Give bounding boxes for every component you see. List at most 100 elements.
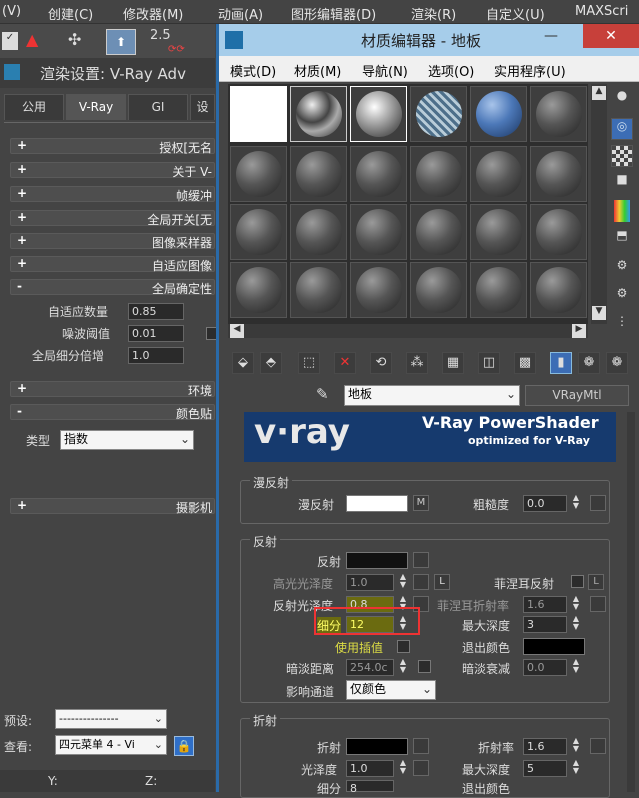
material-id-icon[interactable]: ◫ <box>478 352 500 374</box>
menu-item[interactable]: (V) <box>2 4 21 19</box>
lock-icon[interactable]: 🔒 <box>174 736 194 756</box>
sample-type-icon[interactable]: ● <box>611 88 633 110</box>
get-material-icon[interactable]: ⬙ <box>232 352 254 374</box>
fresnel-ior-spinner[interactable]: ▲ ▼ <box>571 595 581 613</box>
make-copy-icon[interactable]: ⟲ <box>370 352 392 374</box>
fresnel-ior-field[interactable]: 1.6 <box>523 596 567 613</box>
sample-slot[interactable] <box>290 262 347 318</box>
sample-slot[interactable] <box>410 262 467 318</box>
sample-slot[interactable] <box>350 146 407 202</box>
go-to-parent-icon[interactable]: ❁ <box>578 352 600 374</box>
menu-item-modifiers[interactable]: 修改器(M) <box>123 4 183 23</box>
sample-slot[interactable] <box>290 204 347 260</box>
scroll-down-icon[interactable]: ▼ <box>592 306 606 320</box>
rollout-dmc[interactable]: - 全局确定性 <box>10 279 215 296</box>
dropdown-icon[interactable]: ✓ <box>2 32 18 50</box>
diffuse-map-button[interactable]: M <box>413 495 429 511</box>
affect-channels-select[interactable]: 仅颜色 ⌄ <box>346 680 436 700</box>
subdiv-mult-field[interactable]: 1.0 <box>128 347 184 364</box>
roughness-spinner[interactable]: ▲ ▼ <box>571 494 581 512</box>
refract-gloss-map-button[interactable] <box>413 760 429 776</box>
tab-settings[interactable]: 设 <box>190 94 215 120</box>
paint-icon[interactable]: ▲ <box>26 30 50 52</box>
sample-slot[interactable] <box>410 86 467 142</box>
video-check-icon[interactable] <box>614 200 630 222</box>
noise-threshold-field[interactable]: 0.01 <box>128 325 184 342</box>
rollout-color-mapping[interactable]: - 颜色贴 <box>10 404 215 421</box>
color-type-select[interactable]: 指数 ⌄ <box>60 430 194 450</box>
dim-falloff-field[interactable]: 0.0 <box>523 659 567 676</box>
minimize-button[interactable]: — <box>535 28 567 50</box>
sample-slot[interactable] <box>530 86 587 142</box>
ior-map-button[interactable] <box>590 738 606 754</box>
slots-vscrollbar[interactable]: ▲ ▼ <box>591 84 607 324</box>
scroll-left-icon[interactable]: ◀ <box>230 324 244 338</box>
assign-to-selection-icon[interactable]: ⬚ <box>298 352 320 374</box>
ior-field[interactable]: 1.6 <box>523 738 567 755</box>
refract-maxdepth-field[interactable]: 5 <box>523 760 567 777</box>
sample-slot[interactable] <box>410 204 467 260</box>
hilight-gloss-map-button[interactable] <box>413 574 429 590</box>
sample-slot[interactable] <box>530 204 587 260</box>
sample-slot[interactable] <box>350 262 407 318</box>
background-icon[interactable] <box>611 145 633 167</box>
use-interp-checkbox[interactable] <box>397 640 410 653</box>
dim-distance-field[interactable]: 254.0c <box>346 659 394 676</box>
slots-hscrollbar[interactable]: ◀ ▶ <box>228 324 588 338</box>
eyedropper-icon[interactable]: ✎ <box>316 385 329 403</box>
show-map-icon[interactable]: ▩ <box>514 352 536 374</box>
preset-select[interactable]: --------------- ⌄ <box>55 709 167 729</box>
menu-item-options[interactable]: 选项(O) <box>428 61 474 80</box>
put-to-library-icon[interactable]: ▦ <box>442 352 464 374</box>
dim-distance-spinner[interactable]: ▲ ▼ <box>398 658 408 676</box>
dim-distance-checkbox[interactable] <box>418 660 431 673</box>
hilight-gloss-field[interactable]: 1.0 <box>346 574 394 591</box>
show-end-result-icon[interactable]: ▮ <box>550 352 572 374</box>
tab-vray[interactable]: V-Ray <box>66 94 126 120</box>
make-preview-icon[interactable]: ⬒ <box>611 228 633 250</box>
sample-slot[interactable] <box>350 86 407 142</box>
move-icon[interactable]: ⬆ <box>106 29 136 55</box>
sample-slot[interactable] <box>470 204 527 260</box>
sample-slot[interactable] <box>470 86 527 142</box>
refract-subdiv-field[interactable]: 8 <box>346 780 394 795</box>
tab-gi[interactable]: GI <box>128 94 188 120</box>
menu-item-create[interactable]: 创建(C) <box>48 4 93 23</box>
roughness-map-button[interactable] <box>590 495 606 511</box>
snap-icon[interactable]: ⟳⟳ <box>168 44 185 55</box>
rollout-about[interactable]: + 关于 V- <box>10 162 215 179</box>
sample-slot[interactable] <box>470 262 527 318</box>
sample-slot[interactable] <box>470 146 527 202</box>
refract-gloss-spinner[interactable]: ▲ ▼ <box>398 759 408 777</box>
sample-slot[interactable] <box>230 262 287 318</box>
exit-color-swatch[interactable] <box>523 638 585 655</box>
options-icon[interactable]: ⚙ <box>611 258 633 280</box>
select-icon[interactable]: ✣ <box>68 30 94 52</box>
menu-item-customize[interactable]: 自定义(U) <box>486 4 545 23</box>
fresnel-ior-map-button[interactable] <box>590 596 606 612</box>
sample-slot[interactable] <box>230 204 287 260</box>
reflect-map-button[interactable] <box>413 552 429 568</box>
sample-slot[interactable] <box>290 146 347 202</box>
material-map-navigator-icon[interactable]: ⋮ <box>611 314 633 336</box>
rollout-framebuffer[interactable]: + 帧缓冲 <box>10 186 215 203</box>
lock-hilight-button[interactable]: L <box>434 574 450 590</box>
menu-item-material[interactable]: 材质(M) <box>294 61 341 80</box>
sample-slot[interactable] <box>350 204 407 260</box>
reset-icon[interactable]: ✕ <box>334 352 356 374</box>
rollout-camera[interactable]: + 摄影机 <box>10 498 215 515</box>
rollout-authorization[interactable]: + 授权[无名 <box>10 138 215 155</box>
reflect-maxdepth-spinner[interactable]: ▲ ▼ <box>571 615 581 633</box>
menu-item-navigation[interactable]: 导航(N) <box>362 61 408 80</box>
sample-slot[interactable] <box>290 86 347 142</box>
fresnel-checkbox[interactable] <box>571 575 584 588</box>
rollout-adaptive-image[interactable]: + 自适应图像 <box>10 256 215 273</box>
roughness-field[interactable]: 0.0 <box>523 495 567 512</box>
rollout-image-sampler[interactable]: + 图像采样器 <box>10 233 215 250</box>
refract-map-button[interactable] <box>413 738 429 754</box>
reflect-maxdepth-field[interactable]: 3 <box>523 616 567 633</box>
refract-gloss-field[interactable]: 1.0 <box>346 760 394 777</box>
sample-slot[interactable] <box>410 146 467 202</box>
sample-slot[interactable] <box>530 146 587 202</box>
make-unique-icon[interactable]: ⁂ <box>406 352 428 374</box>
